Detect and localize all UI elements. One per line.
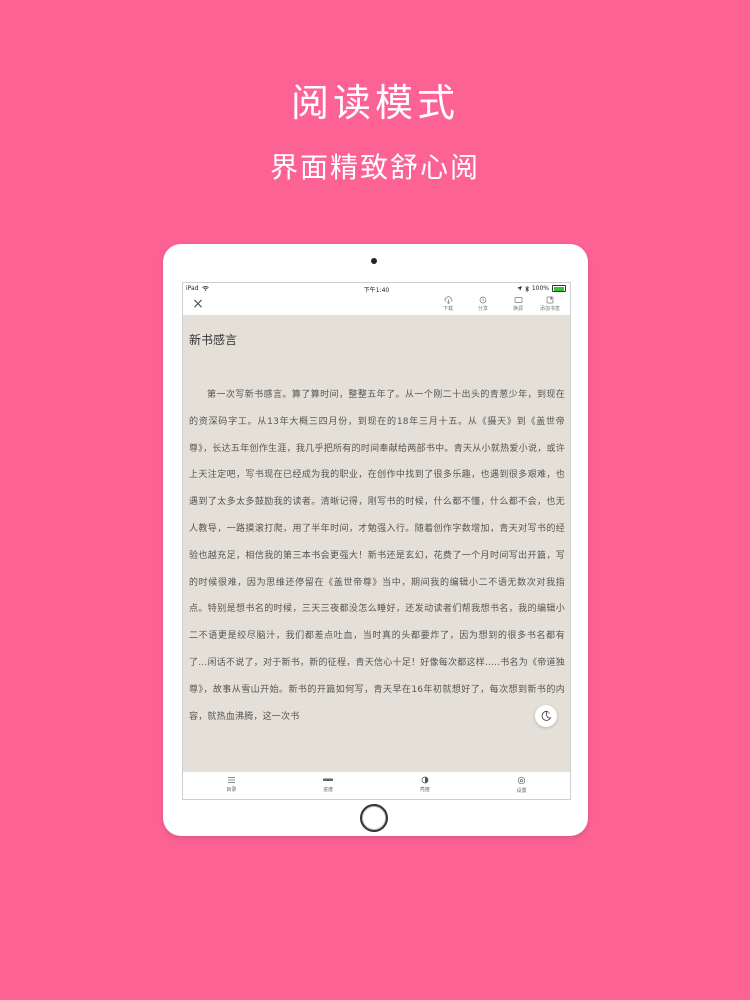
status-bar: iPad 下午1:40 100% xyxy=(183,283,570,295)
tab-progress[interactable]: 进度 xyxy=(280,772,377,799)
share-button[interactable]: 分享 xyxy=(468,296,498,312)
tab-contents[interactable]: 目录 xyxy=(183,772,280,799)
brightness-icon xyxy=(421,776,429,784)
download-button[interactable]: 下载 xyxy=(433,296,463,312)
settings-icon xyxy=(517,776,526,785)
download-icon xyxy=(444,296,452,304)
promo-headline: 阅读模式 xyxy=(290,81,459,125)
list-icon xyxy=(227,777,235,783)
battery-icon xyxy=(552,285,566,292)
add-bookmark-button[interactable]: 添加书签 xyxy=(535,296,565,312)
ipad-frame: iPad 下午1:40 100% × 下载 分享 换源 添加书签 新书感言 第一… xyxy=(163,244,588,836)
tab-brightness[interactable]: 亮度 xyxy=(377,772,474,799)
camera-dot xyxy=(371,258,377,264)
reader-content: 新书感言 第一次写新书感言。算了算时间，整整五年了。从一个刚二十出头的青葱少年，… xyxy=(189,331,565,730)
night-mode-button[interactable] xyxy=(535,705,557,727)
close-icon[interactable]: × xyxy=(191,297,205,311)
promo-subline: 界面精致舒心阅 xyxy=(269,151,480,184)
change-source-button[interactable]: 换源 xyxy=(503,296,533,312)
bookmark-icon xyxy=(546,296,554,304)
location-icon xyxy=(516,286,522,291)
moon-icon xyxy=(541,710,552,721)
reader-bottom-bar: 目录 进度 亮度 设置 xyxy=(183,771,570,799)
progress-icon xyxy=(323,778,334,781)
chapter-body: 第一次写新书感言。算了算时间，整整五年了。从一个刚二十出头的青葱少年，到现在的资… xyxy=(189,390,565,722)
bluetooth-icon xyxy=(525,285,529,292)
tab-settings[interactable]: 设置 xyxy=(473,772,570,799)
chapter-title: 新书感言 xyxy=(189,333,238,347)
home-button[interactable] xyxy=(360,804,388,832)
reader-screen: iPad 下午1:40 100% × 下载 分享 换源 添加书签 新书感言 第一… xyxy=(182,282,571,800)
battery-percent: 100% xyxy=(531,285,549,292)
source-icon xyxy=(514,297,522,303)
reader-toolbar: × 下载 分享 换源 添加书签 xyxy=(183,295,570,316)
status-time: 下午1:40 xyxy=(363,287,390,294)
share-icon xyxy=(479,296,487,304)
